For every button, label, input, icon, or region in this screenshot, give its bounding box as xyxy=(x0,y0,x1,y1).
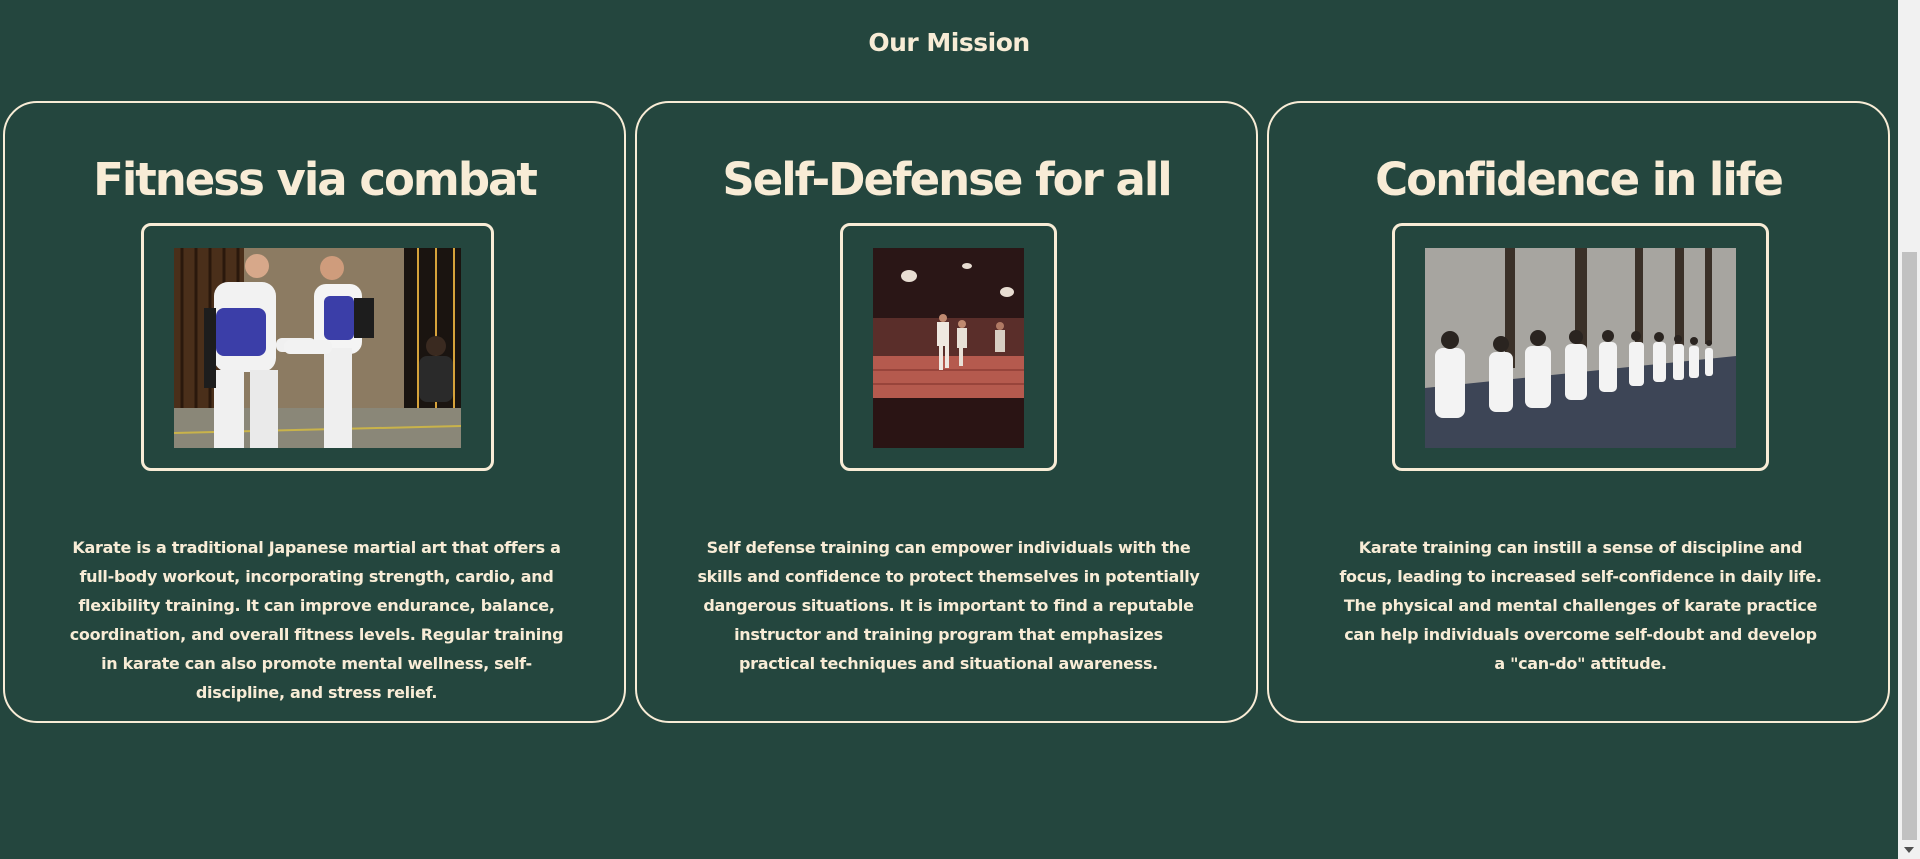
mission-card-confidence: Confidence in life Karate training can i… xyxy=(1267,101,1890,723)
mission-section: Our Mission Fitness via combat Karate is… xyxy=(0,0,1898,859)
card-title: Self-Defense for all xyxy=(722,153,1172,206)
sparring-photo xyxy=(174,248,461,448)
dojo-photo xyxy=(873,248,1024,448)
kneeling-students-photo xyxy=(1425,248,1736,448)
card-text: Self defense training can empower indivi… xyxy=(697,538,1200,673)
section-title: Our Mission xyxy=(868,28,1030,57)
mission-card-fitness: Fitness via combat Karate is a tradition… xyxy=(3,101,626,723)
scroll-down-arrow-icon[interactable] xyxy=(1904,847,1914,853)
vertical-scrollbar[interactable] xyxy=(1898,0,1920,859)
card-text: Karate is a traditional Japanese martial… xyxy=(69,538,564,702)
card-title: Confidence in life xyxy=(1375,153,1784,206)
image-frame xyxy=(840,223,1057,471)
scrollbar-thumb[interactable] xyxy=(1902,252,1917,840)
card-title: Fitness via combat xyxy=(93,153,538,206)
card-text: Karate training can instill a sense of d… xyxy=(1339,538,1822,673)
mission-card-self-defense: Self-Defense for all Self defense traini… xyxy=(635,101,1258,723)
image-frame xyxy=(1392,223,1769,471)
image-frame xyxy=(141,223,494,471)
